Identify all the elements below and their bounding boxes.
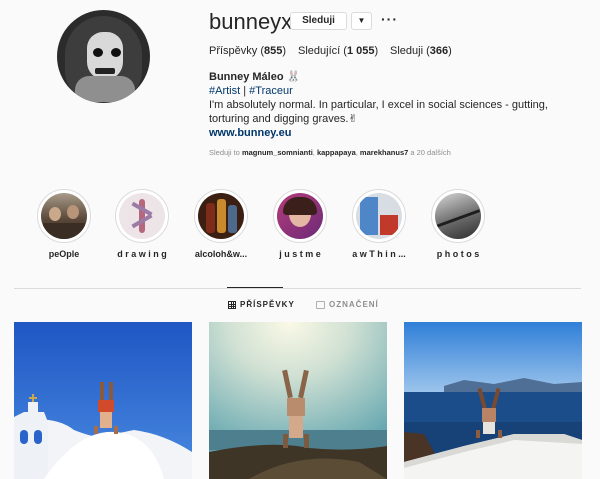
tab-tagged[interactable]: OZNAČENÍ (316, 300, 379, 309)
followed-by-text[interactable]: Sleduji to magnum_somnianti, kappapaya, … (209, 148, 451, 157)
post-image (404, 322, 582, 479)
highlight-thumbnail (119, 193, 165, 239)
story-highlight[interactable]: peOple (34, 189, 94, 259)
following-button[interactable]: Sleduji (290, 12, 347, 30)
ellipsis-icon[interactable]: ··· (381, 11, 398, 27)
website-link[interactable]: www.bunney.eu (209, 127, 292, 139)
tagged-icon (316, 300, 325, 309)
followers-stat[interactable]: Sledující (1 055) (298, 45, 378, 57)
bio-text: I'm absolutely normal. In particular, I … (209, 99, 548, 125)
chevron-down-icon: ▼ (357, 16, 366, 25)
following-stat[interactable]: Sleduji (366) (390, 45, 452, 57)
posts-count-stat: Příspěvky (855) (209, 45, 287, 57)
highlight-label: j u s t m e (279, 249, 321, 259)
story-highlight[interactable]: a w T h i n ... (349, 189, 409, 259)
profile-avatar[interactable] (57, 10, 150, 103)
highlight-label: alcoloh&w... (194, 249, 248, 259)
bio-tags: #Artist | #Traceur (209, 85, 293, 97)
highlight-label: peOple (48, 249, 80, 259)
highlight-thumbnail (356, 193, 402, 239)
highlight-label: a w T h i n ... (352, 249, 406, 259)
hashtag-link[interactable]: #Artist (209, 85, 240, 97)
tabs-divider (14, 288, 581, 289)
tab-posts[interactable]: PŘÍSPĚVKY (228, 300, 295, 309)
hashtag-link[interactable]: #Traceur (249, 85, 293, 97)
highlight-thumbnail (435, 193, 481, 239)
full-name: Bunney Máleo 🐰 (209, 71, 301, 83)
post-thumbnail[interactable] (404, 322, 582, 479)
post-thumbnail[interactable] (14, 322, 192, 479)
suggestions-dropdown-button[interactable]: ▼ (351, 12, 372, 30)
story-highlight[interactable]: d r a w i n g (112, 189, 172, 259)
highlight-label: d r a w i n g (117, 249, 167, 259)
post-image (14, 322, 192, 479)
grid-icon (228, 300, 236, 309)
username: bunneyx (209, 9, 293, 34)
highlight-thumbnail (198, 193, 244, 239)
story-highlight[interactable]: p h o t o s (428, 189, 488, 259)
highlight-label: p h o t o s (436, 249, 480, 259)
post-image (209, 322, 387, 479)
highlight-thumbnail (41, 193, 87, 239)
active-tab-indicator (227, 287, 283, 288)
post-thumbnail[interactable] (209, 322, 387, 479)
story-highlight[interactable]: alcoloh&w... (191, 189, 251, 259)
story-highlight[interactable]: j u s t m e (270, 189, 330, 259)
profile-page: bunneyx Sleduji ▼ ··· Příspěvky (855) Sl… (0, 0, 600, 479)
highlight-thumbnail (277, 193, 323, 239)
